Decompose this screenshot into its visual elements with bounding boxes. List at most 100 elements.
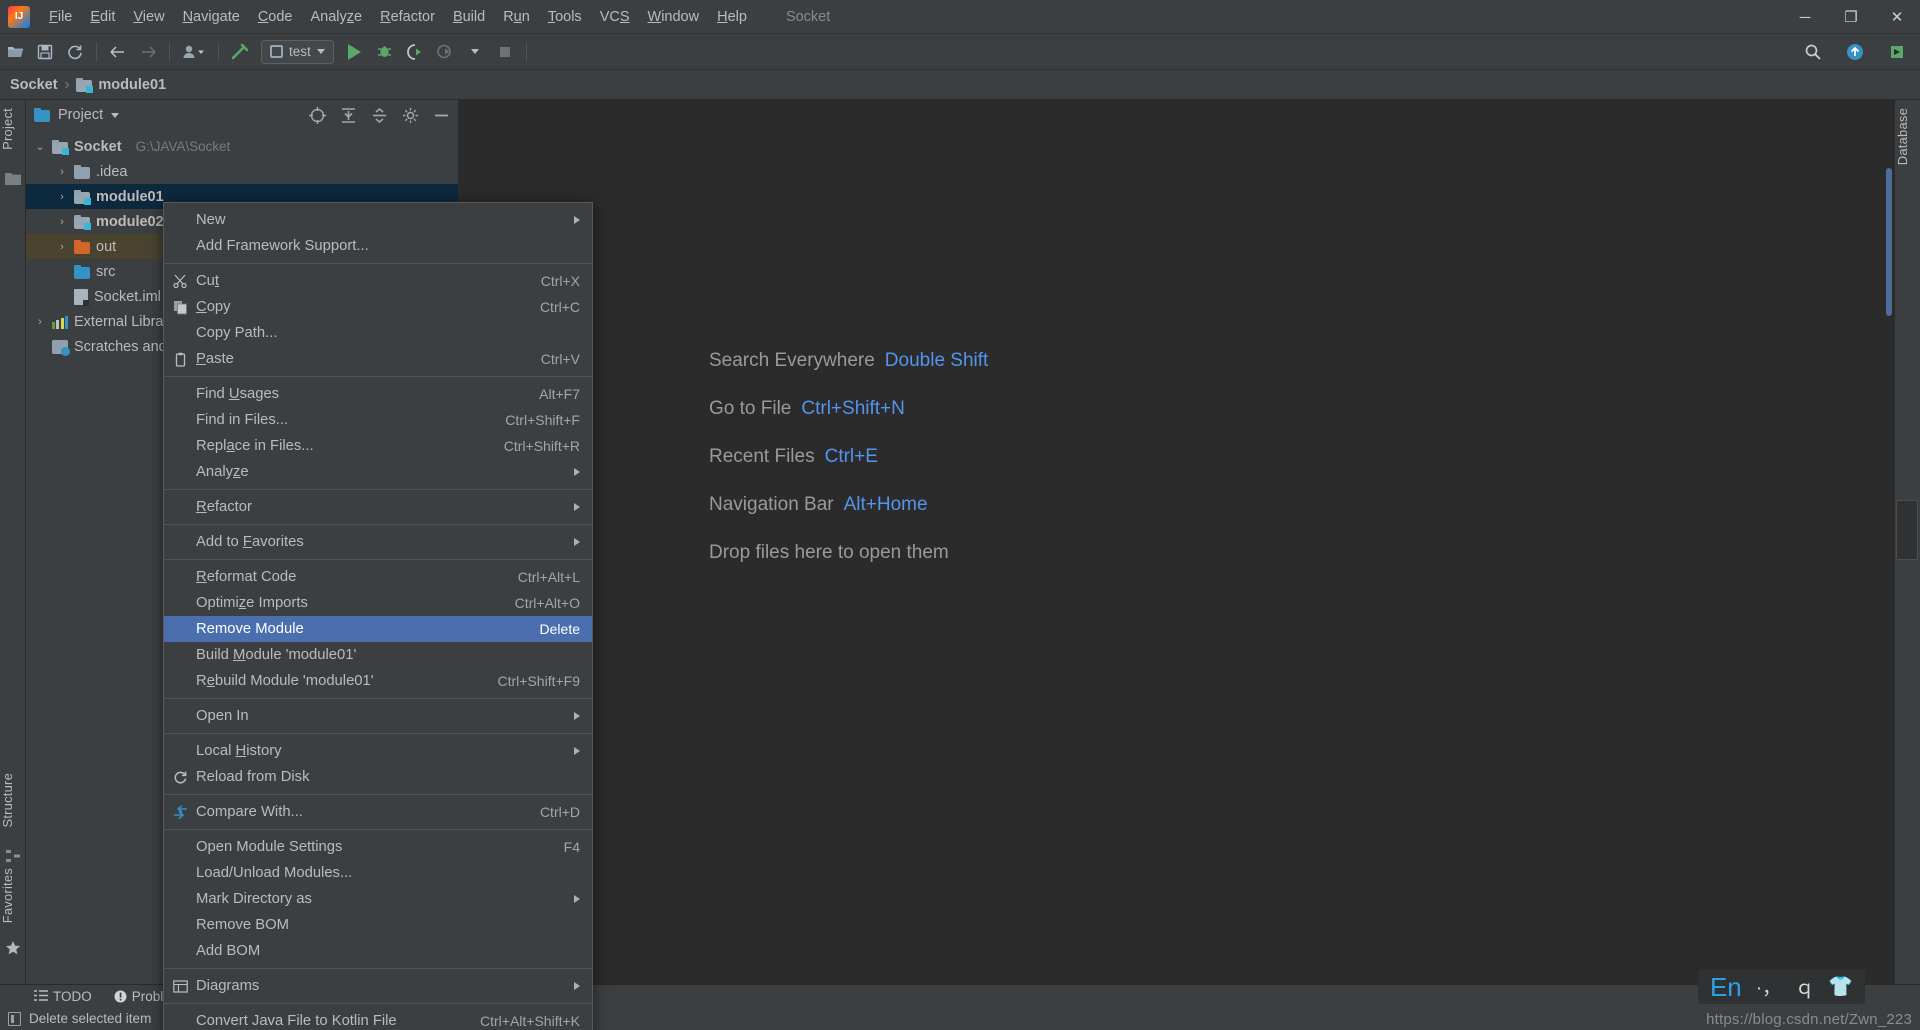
rail-button-structure[interactable]: Structure: [0, 767, 26, 834]
rail-button-favorites[interactable]: Favorites: [0, 862, 26, 929]
context-menu-item-copy-path[interactable]: Copy Path...: [164, 320, 592, 346]
breadcrumb-root[interactable]: Socket: [10, 77, 58, 93]
context-menu-item-convert-java-file-to-kotlin-file[interactable]: Convert Java File to Kotlin FileCtrl+Alt…: [164, 1008, 592, 1030]
toolbar-divider-3: [218, 42, 219, 62]
context-menu-item-build-module-module01[interactable]: Build Module 'module01': [164, 642, 592, 668]
menu-help[interactable]: Help: [708, 6, 756, 28]
menu-navigate[interactable]: Navigate: [174, 6, 249, 28]
context-menu-item-remove-module[interactable]: Remove ModuleDelete: [164, 616, 592, 642]
tree-node--idea[interactable]: ›.idea: [26, 159, 458, 184]
back-icon[interactable]: [104, 39, 132, 65]
context-menu-item-local-history[interactable]: Local History: [164, 738, 592, 764]
context-menu-item-cut[interactable]: CutCtrl+X: [164, 268, 592, 294]
breadcrumb-current[interactable]: module01: [98, 77, 166, 93]
context-menu-item-add-bom[interactable]: Add BOM: [164, 938, 592, 964]
context-menu-item-reload-from-disk[interactable]: Reload from Disk: [164, 764, 592, 790]
right-notification-widget[interactable]: [1896, 500, 1918, 560]
debug-icon[interactable]: [371, 39, 399, 65]
gear-icon[interactable]: [402, 107, 419, 124]
locate-icon[interactable]: [309, 107, 326, 124]
context-menu-item-label: Compare With...: [196, 804, 522, 820]
context-menu-item-replace-in-files[interactable]: Replace in Files...Ctrl+Shift+R: [164, 433, 592, 459]
editor-scrollbar[interactable]: [1886, 168, 1892, 316]
tool-window-button-todo[interactable]: TODO: [34, 989, 92, 1004]
context-menu-item-rebuild-module-module01[interactable]: Rebuild Module 'module01'Ctrl+Shift+F9: [164, 668, 592, 694]
stop-icon[interactable]: [491, 39, 519, 65]
menu-window[interactable]: Window: [639, 6, 709, 28]
profiler-run-icon[interactable]: [431, 39, 459, 65]
menu-icon-placeholder: [172, 534, 189, 551]
chevron-right-icon[interactable]: ›: [56, 166, 68, 178]
chevron-right-icon[interactable]: ›: [34, 316, 46, 328]
tree-node-socket[interactable]: ⌄SocketG:\JAVA\Socket: [26, 134, 458, 159]
excluded-folder-icon: [74, 240, 90, 254]
menu-code[interactable]: Code: [249, 6, 302, 28]
chevron-down-icon[interactable]: ⌄: [34, 140, 46, 153]
menu-file[interactable]: File: [40, 6, 81, 28]
ime-skin-icon[interactable]: 👕: [1828, 974, 1853, 999]
search-icon[interactable]: [1799, 39, 1827, 65]
profile-icon[interactable]: [177, 39, 211, 65]
minimize-button[interactable]: ─: [1782, 0, 1828, 34]
scratches-icon: [52, 340, 68, 354]
menu-refactor[interactable]: Refactor: [371, 6, 444, 28]
plugin-icon[interactable]: [1883, 39, 1911, 65]
update-project-icon[interactable]: [1841, 39, 1869, 65]
menu-edit[interactable]: Edit: [81, 6, 124, 28]
save-all-icon[interactable]: [31, 39, 59, 65]
context-menu-item-find-usages[interactable]: Find UsagesAlt+F7: [164, 381, 592, 407]
build-hammer-icon[interactable]: [226, 39, 254, 65]
context-menu-item-new[interactable]: New: [164, 207, 592, 233]
context-menu-item-mark-directory-as[interactable]: Mark Directory as: [164, 886, 592, 912]
context-menu-item-load-unload-modules[interactable]: Load/Unload Modules...: [164, 860, 592, 886]
ime-language[interactable]: En: [1710, 974, 1742, 1000]
context-menu-item-add-to-favorites[interactable]: Add to Favorites: [164, 529, 592, 555]
ime-punctuation[interactable]: ·，: [1756, 973, 1781, 1000]
menu-tools[interactable]: Tools: [539, 6, 591, 28]
ime-currency[interactable]: ｑ: [1795, 973, 1814, 1000]
ime-indicator[interactable]: En ·， ｑ 👕: [1698, 969, 1865, 1004]
close-button[interactable]: ✕: [1874, 0, 1920, 34]
context-menu-item-find-in-files[interactable]: Find in Files...Ctrl+Shift+F: [164, 407, 592, 433]
menu-run[interactable]: Run: [494, 6, 539, 28]
context-menu-item-open-module-settings[interactable]: Open Module SettingsF4: [164, 834, 592, 860]
context-menu-item-paste[interactable]: PasteCtrl+V: [164, 346, 592, 372]
context-menu-item-copy[interactable]: CopyCtrl+C: [164, 294, 592, 320]
collapse-all-icon[interactable]: [371, 107, 388, 124]
context-menu-item-compare-with[interactable]: Compare With...Ctrl+D: [164, 799, 592, 825]
maximize-button[interactable]: ❐: [1828, 0, 1874, 34]
sync-icon[interactable]: [61, 39, 89, 65]
chevron-right-icon[interactable]: ›: [56, 191, 68, 203]
main-menu-bar[interactable]: FileEditViewNavigateCodeAnalyzeRefactorB…: [40, 0, 756, 34]
context-menu-item-optimize-imports[interactable]: Optimize ImportsCtrl+Alt+O: [164, 590, 592, 616]
forward-icon[interactable]: [134, 39, 162, 65]
context-menu-item-add-framework-support[interactable]: Add Framework Support...: [164, 233, 592, 259]
rail-button-project[interactable]: Project: [0, 102, 26, 156]
run-configuration-selector[interactable]: test: [261, 40, 334, 64]
context-menu-item-refactor[interactable]: Refactor: [164, 494, 592, 520]
context-menu-item-remove-bom[interactable]: Remove BOM: [164, 912, 592, 938]
context-menu-item-diagrams[interactable]: Diagrams: [164, 973, 592, 999]
context-menu-item-shortcut: Ctrl+Alt+Shift+K: [480, 1013, 580, 1029]
chevron-down-icon-project[interactable]: [111, 113, 119, 118]
menu-vcs[interactable]: VCS: [591, 6, 639, 28]
run-icon[interactable]: [341, 39, 369, 65]
open-folder-icon[interactable]: [1, 39, 29, 65]
star-icon[interactable]: [5, 940, 21, 956]
chevron-right-icon[interactable]: ›: [56, 241, 68, 253]
context-menu-item-reformat-code[interactable]: Reformat CodeCtrl+Alt+L: [164, 564, 592, 590]
context-menu-item-open-in[interactable]: Open In: [164, 703, 592, 729]
menu-build[interactable]: Build: [444, 6, 494, 28]
menu-analyze[interactable]: Analyze: [302, 6, 372, 28]
menu-view[interactable]: View: [124, 6, 173, 28]
run-coverage-icon[interactable]: [401, 39, 429, 65]
folder-icon[interactable]: [5, 172, 21, 188]
project-context-menu[interactable]: NewAdd Framework Support...CutCtrl+XCopy…: [163, 202, 593, 1030]
hide-icon[interactable]: [433, 107, 450, 124]
window-controls[interactable]: ─ ❐ ✕: [1782, 0, 1920, 34]
context-menu-item-analyze[interactable]: Analyze: [164, 459, 592, 485]
expand-all-icon[interactable]: [340, 107, 357, 124]
rail-button-database[interactable]: Database: [1895, 102, 1920, 171]
chevron-right-icon[interactable]: ›: [56, 216, 68, 228]
chevron-down-icon-2[interactable]: [461, 39, 489, 65]
